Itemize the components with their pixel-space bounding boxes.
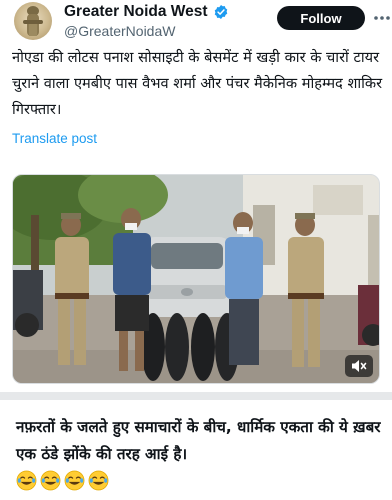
follow-button[interactable]: Follow — [277, 6, 365, 30]
avatar[interactable] — [14, 2, 52, 40]
laughing-tears-emoji-icon — [88, 470, 109, 491]
laughing-tears-emoji-icon — [40, 470, 61, 491]
laughing-tears-emoji-icon — [64, 470, 85, 491]
comment-text: नफ़रतों के जलते हुए समाचारों के बीच, धार… — [16, 418, 381, 463]
verified-badge-icon — [214, 5, 227, 19]
name-row: Greater Noida West — [64, 3, 229, 21]
post-header: Greater Noida West @GreaterNoidaW Follow — [8, 0, 390, 42]
translate-post-link[interactable]: Translate post — [12, 131, 97, 146]
laughing-tears-emoji-icon — [16, 470, 37, 491]
mute-button[interactable] — [345, 355, 373, 377]
deity-statue-icon — [23, 6, 43, 36]
display-name[interactable]: Greater Noida West — [64, 3, 208, 21]
section-divider — [0, 392, 392, 400]
photo-police-arrest-scene — [13, 175, 379, 383]
more-options-icon[interactable] — [372, 8, 392, 28]
handle[interactable]: @GreaterNoidaW — [64, 23, 175, 39]
speaker-muted-icon — [352, 360, 367, 372]
emoji-row — [16, 470, 109, 491]
post-media-photo[interactable] — [12, 174, 380, 384]
post-text: नोएडा की लोटस पनाश सोसाइटी के बेसमेंट मे… — [12, 49, 383, 118]
